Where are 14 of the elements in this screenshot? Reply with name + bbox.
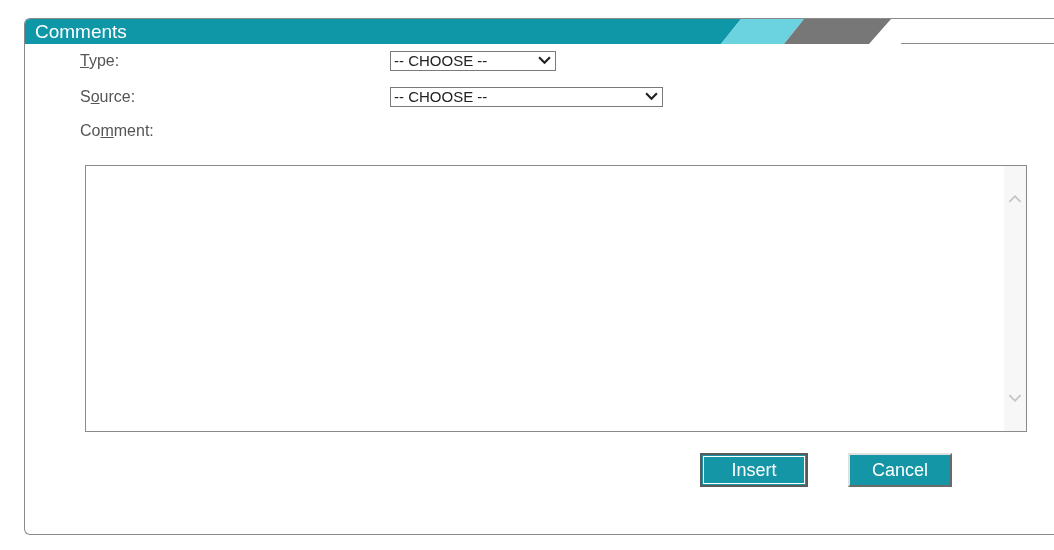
field-label: Type:	[80, 51, 121, 70]
scroll-down-icon[interactable]	[1008, 394, 1022, 403]
dropdown[interactable]: -- CHOOSE --	[390, 86, 663, 107]
scrollbar[interactable]	[1004, 166, 1026, 431]
dropdown[interactable]: -- CHOOSE --	[390, 50, 556, 71]
comment-field[interactable]	[85, 165, 1027, 432]
field-label: Comment:	[80, 121, 155, 140]
chevron-down-icon	[645, 92, 658, 101]
chevron-down-icon	[538, 56, 551, 65]
action-button[interactable]: Insert	[700, 453, 808, 487]
scroll-up-icon[interactable]	[1008, 194, 1022, 203]
field-label: Source:	[80, 87, 137, 106]
action-button[interactable]: Cancel	[848, 453, 952, 487]
panel-title: Comments	[35, 20, 127, 43]
